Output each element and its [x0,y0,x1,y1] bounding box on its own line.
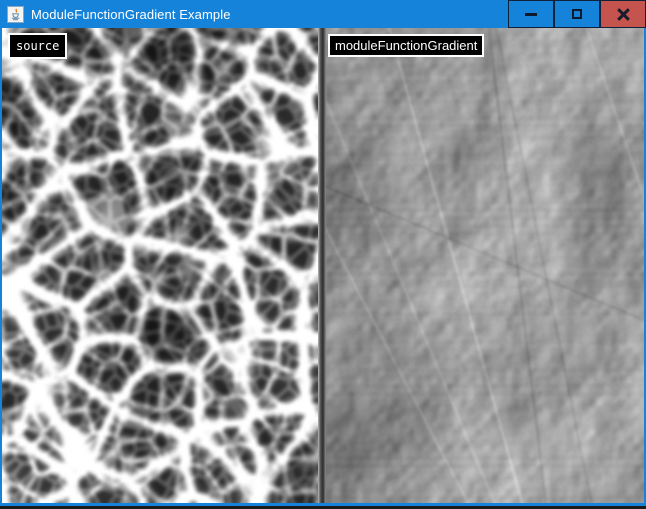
close-button[interactable] [600,0,646,28]
image-seam [318,28,326,503]
minimize-button[interactable] [508,0,554,28]
maximize-button[interactable] [554,0,600,28]
maximize-icon [572,9,582,19]
close-icon [617,8,630,21]
source-image-label: source [8,33,67,59]
gradient-image-canvas [326,28,644,503]
source-image-pane: source [2,28,318,503]
source-image-canvas [2,28,318,503]
app-window: ModuleFunctionGradient Example source [0,0,646,506]
titlebar[interactable]: ModuleFunctionGradient Example [0,0,646,28]
image-viewport: source moduleFunctionGradient [2,28,644,503]
gradient-image-label: moduleFunctionGradient [328,34,484,57]
window-title: ModuleFunctionGradient Example [31,7,231,22]
java-coffee-cup-icon [7,6,24,23]
gradient-image-pane: moduleFunctionGradient [326,28,644,503]
java-logo-graphic [9,8,22,21]
minimize-icon [525,13,537,16]
desktop-background: ModuleFunctionGradient Example source [0,0,646,509]
window-controls [508,0,646,28]
